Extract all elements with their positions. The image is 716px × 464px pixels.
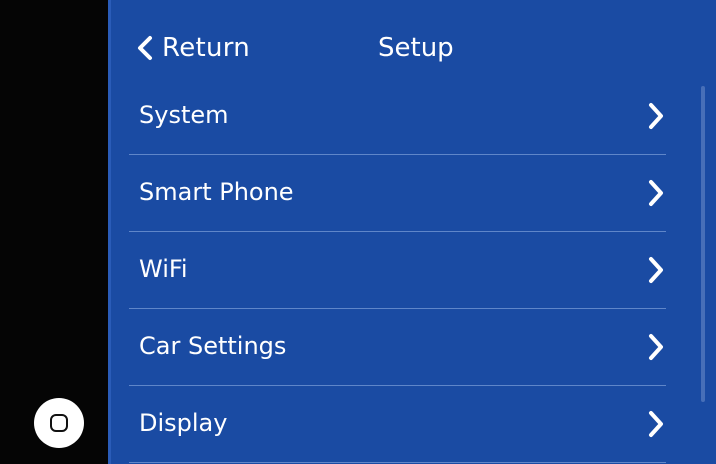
menu-item-wifi[interactable]: WiFi <box>129 232 666 309</box>
menu-item-car-settings[interactable]: Car Settings <box>129 309 666 386</box>
menu-item-smart-phone[interactable]: Smart Phone <box>129 155 666 232</box>
return-label: Return <box>162 33 251 63</box>
page-title: Setup <box>378 33 454 63</box>
menu-item-system[interactable]: System <box>129 78 666 155</box>
home-icon <box>50 414 68 432</box>
chevron-right-icon <box>649 334 663 360</box>
header: Return Setup <box>108 0 716 82</box>
chevron-right-icon <box>649 103 663 129</box>
menu-item-label: WiFi <box>139 255 188 283</box>
side-bar <box>0 0 108 464</box>
scrollbar[interactable] <box>701 86 705 402</box>
setup-panel: Return Setup System Smart Phone WiFi Car… <box>108 0 716 464</box>
menu-item-label: Smart Phone <box>139 178 294 206</box>
screen: Return Setup System Smart Phone WiFi Car… <box>0 0 716 464</box>
settings-menu: System Smart Phone WiFi Car Settings Dis… <box>129 78 666 463</box>
chevron-left-icon <box>138 36 152 60</box>
menu-item-display[interactable]: Display <box>129 386 666 463</box>
chevron-right-icon <box>649 257 663 283</box>
return-button[interactable]: Return <box>134 28 250 68</box>
menu-item-label: Display <box>139 409 228 437</box>
menu-item-label: Car Settings <box>139 332 287 360</box>
chevron-right-icon <box>649 180 663 206</box>
home-button[interactable] <box>34 398 84 448</box>
menu-item-label: System <box>139 101 229 129</box>
chevron-right-icon <box>649 411 663 437</box>
panel-edge <box>108 0 111 464</box>
